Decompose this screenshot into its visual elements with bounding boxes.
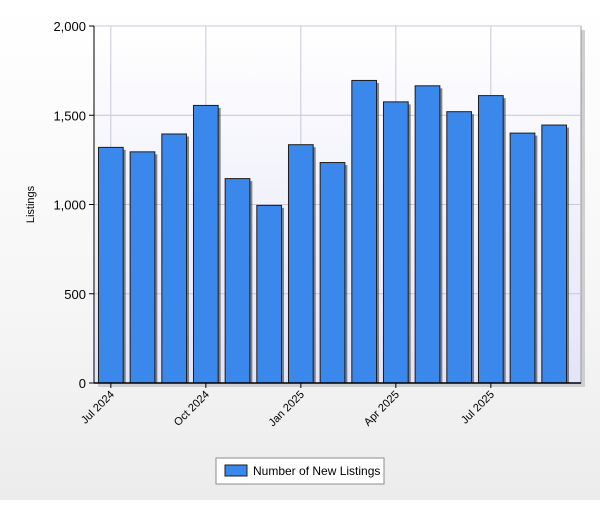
bar: [319, 162, 346, 384]
bar: [541, 124, 568, 384]
x-tick-label: Jul 2025: [459, 389, 497, 427]
x-tick-label: Apr 2025: [362, 389, 402, 429]
x-tick-label: Oct 2024: [172, 389, 212, 429]
bar: [351, 79, 378, 384]
chart: 0 500 1,000 1,500 2,000 Jul 2024 Oct 2024 Jan 2…: [0, 0, 600, 500]
bar: [97, 146, 124, 384]
bar: [224, 178, 251, 384]
bar: [161, 133, 188, 384]
legend-label: Number of New Listings: [253, 464, 380, 478]
bar: [509, 132, 536, 384]
y-tick-label: 500: [64, 287, 86, 302]
x-tick-label: Jan 2025: [266, 389, 306, 429]
chart-svg: 0 500 1,000 1,500 2,000 Jul 2024 Oct 2024 Jan 2…: [25, 19, 585, 485]
bar: [382, 101, 409, 384]
legend-swatch: [224, 464, 248, 477]
y-tick-label: 1,000: [53, 198, 86, 213]
legend: Number of New Listings: [215, 457, 385, 485]
bar: [477, 95, 504, 384]
y-tick-label: 1,500: [53, 108, 86, 123]
bar: [129, 151, 156, 384]
y-tick-label: 0: [79, 376, 86, 391]
bar: [256, 204, 283, 384]
bar: [192, 104, 219, 384]
bar: [414, 85, 441, 384]
bar: [287, 144, 314, 384]
x-tick-label: Jul 2024: [79, 389, 117, 427]
y-axis-title: Listings: [25, 185, 37, 223]
y-tick-label: 2,000: [53, 19, 86, 34]
bar: [446, 111, 473, 384]
